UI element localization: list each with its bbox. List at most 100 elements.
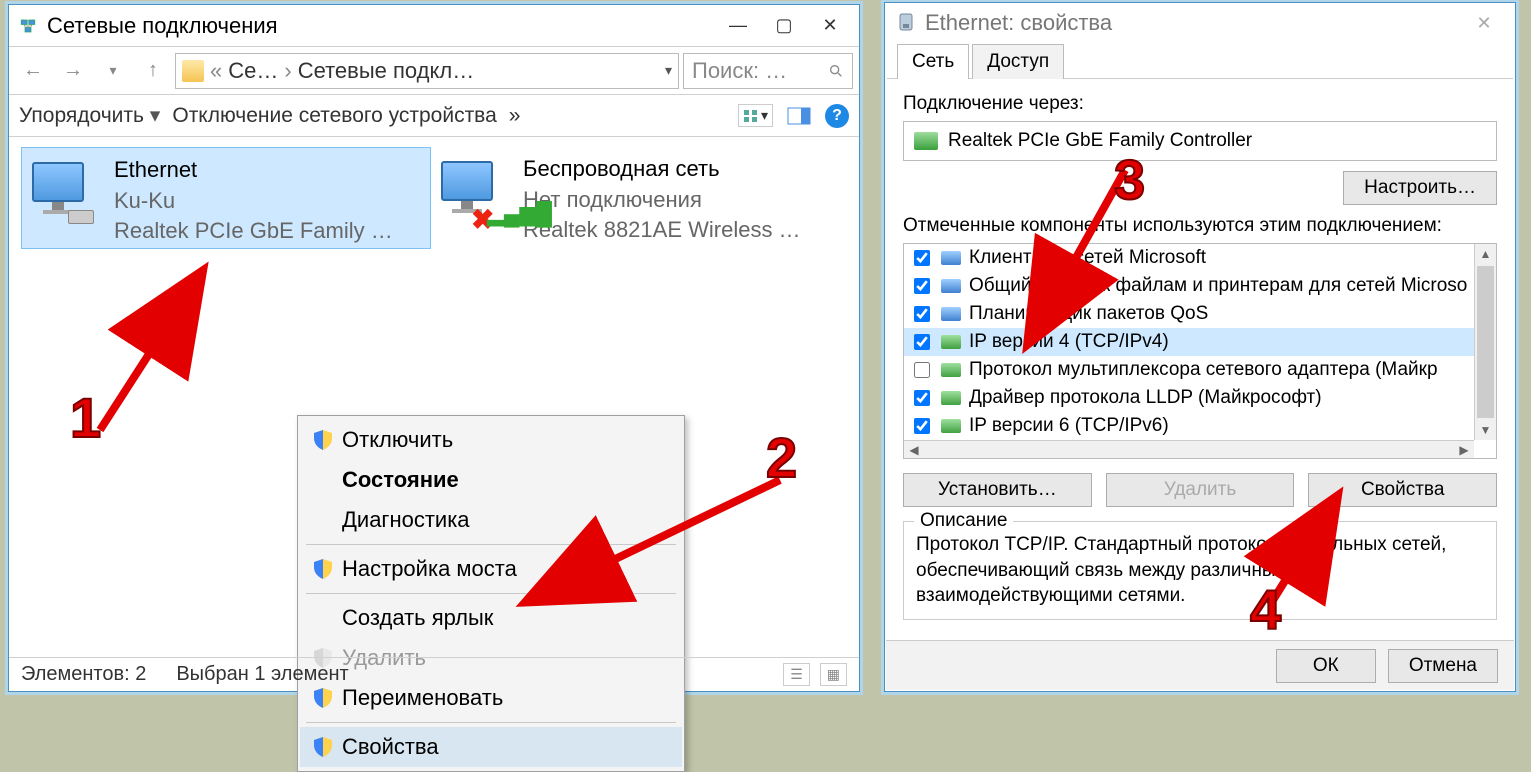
titlebar[interactable]: Сетевые подключения — ▢ ✕ bbox=[9, 5, 859, 47]
component-row[interactable]: Клиент для сетей Microsoft bbox=[904, 244, 1474, 272]
connect-via-label: Подключение через: bbox=[903, 93, 1497, 115]
component-row[interactable]: Общий доступ к файлам и принтерам для се… bbox=[904, 272, 1474, 300]
breadcrumb-current[interactable]: Сетевые подкл… bbox=[298, 58, 475, 84]
context-diagnostics[interactable]: Диагностика bbox=[300, 500, 682, 540]
status-bar: Элементов: 2 Выбран 1 элемент ☰ ▦ bbox=[9, 657, 859, 691]
component-row[interactable]: Драйвер протокола LLDP (Майкрософт) bbox=[904, 384, 1474, 412]
window-title: Ethernet: свойства bbox=[925, 10, 1461, 36]
connection-name: Ethernet bbox=[114, 156, 393, 185]
scroll-left-icon[interactable]: ◀ bbox=[904, 441, 924, 458]
component-row[interactable]: IP версии 4 (TCP/IPv4) bbox=[904, 328, 1474, 356]
connection-item-wireless[interactable]: ✖ ▂▄▆█ Беспроводная сеть Нет подключения… bbox=[431, 147, 841, 249]
help-button[interactable]: ? bbox=[825, 104, 849, 128]
shield-icon bbox=[314, 559, 332, 579]
component-checkbox[interactable] bbox=[914, 278, 930, 294]
tab-network[interactable]: Сеть bbox=[897, 44, 969, 79]
configure-button[interactable]: Настроить… bbox=[1343, 171, 1497, 205]
search-input[interactable]: Поиск: … bbox=[683, 53, 853, 89]
component-checkbox[interactable] bbox=[914, 418, 930, 434]
nic-icon bbox=[914, 132, 938, 150]
preview-pane-button[interactable] bbox=[785, 104, 813, 128]
breadcrumb-sep: « bbox=[210, 58, 222, 84]
protocol-icon bbox=[941, 391, 961, 405]
component-checkbox[interactable] bbox=[914, 362, 930, 378]
toolbar-overflow[interactable]: » bbox=[509, 104, 521, 128]
connection-adapter: Realtek 8821AE Wireless … bbox=[523, 216, 801, 245]
component-label: Клиент для сетей Microsoft bbox=[969, 247, 1206, 269]
minimize-button[interactable]: — bbox=[715, 10, 761, 42]
titlebar[interactable]: Ethernet: свойства ✕ bbox=[885, 3, 1515, 43]
status-count: Элементов: 2 bbox=[21, 663, 146, 686]
annotation-number-2: 2 bbox=[766, 430, 797, 486]
connection-item-ethernet[interactable]: Ethernet Ku-Ku Realtek PCIe GbE Family … bbox=[21, 147, 431, 249]
description-legend: Описание bbox=[914, 510, 1013, 532]
scroll-down-icon[interactable]: ▼ bbox=[1475, 420, 1496, 440]
context-properties[interactable]: Свойства bbox=[300, 727, 682, 767]
vertical-scrollbar[interactable]: ▲ ▼ bbox=[1474, 244, 1496, 440]
view-mode-button[interactable]: ▾ bbox=[738, 104, 773, 127]
wifi-bars-icon: ▂▄▆█ bbox=[487, 201, 552, 227]
component-label: Протокол мультиплексора сетевого адаптер… bbox=[969, 359, 1438, 381]
maximize-button[interactable]: ▢ bbox=[761, 10, 807, 42]
scroll-right-icon[interactable]: ▶ bbox=[1454, 441, 1474, 458]
ethernet-icon bbox=[897, 12, 915, 34]
components-list[interactable]: Клиент для сетей Microsoft Общий доступ к… bbox=[903, 243, 1497, 459]
component-label: Общий доступ к файлам и принтерам для се… bbox=[969, 275, 1467, 297]
context-menu: Отключить Состояние Диагностика Настройк… bbox=[297, 415, 685, 772]
properties-button[interactable]: Свойства bbox=[1308, 473, 1497, 507]
connection-status: Ku-Ku bbox=[114, 187, 393, 216]
component-checkbox[interactable] bbox=[914, 306, 930, 322]
tab-bar: Сеть Доступ bbox=[887, 43, 1513, 79]
component-row[interactable]: Планировщик пакетов QoS bbox=[904, 300, 1474, 328]
shield-icon bbox=[314, 688, 332, 708]
back-button[interactable]: ← bbox=[15, 53, 51, 89]
scroll-thumb[interactable] bbox=[1477, 266, 1494, 418]
component-checkbox[interactable] bbox=[914, 250, 930, 266]
service-icon bbox=[941, 251, 961, 265]
shield-icon bbox=[314, 430, 332, 450]
search-placeholder: Поиск: … bbox=[692, 58, 787, 84]
disable-device-button[interactable]: Отключение сетевого устройства bbox=[172, 104, 496, 128]
connection-name: Беспроводная сеть bbox=[523, 155, 801, 184]
breadcrumb-parent[interactable]: Се… bbox=[228, 58, 278, 84]
preview-icon bbox=[787, 107, 811, 125]
component-checkbox[interactable] bbox=[914, 334, 930, 350]
tab-access[interactable]: Доступ bbox=[972, 44, 1064, 79]
status-selected: Выбран 1 элемент bbox=[176, 663, 348, 686]
components-label: Отмеченные компоненты используются этим … bbox=[903, 215, 1497, 237]
ethernet-properties-window: Ethernet: свойства ✕ Сеть Доступ Подключ… bbox=[884, 2, 1516, 692]
annotation-number-3: 3 bbox=[1114, 152, 1145, 208]
context-status-label: Состояние bbox=[342, 467, 459, 493]
close-button[interactable]: ✕ bbox=[807, 10, 853, 42]
ethernet-adapter-icon bbox=[32, 162, 100, 230]
close-button[interactable]: ✕ bbox=[1461, 7, 1507, 39]
view-details-icon[interactable]: ☰ bbox=[783, 663, 810, 686]
network-tab-panel: Подключение через: Realtek PCIe GbE Fami… bbox=[885, 79, 1515, 630]
history-dropdown[interactable]: ▾ bbox=[95, 53, 131, 89]
context-disable-label: Отключить bbox=[342, 427, 453, 453]
component-row[interactable]: Протокол мультиплексора сетевого адаптер… bbox=[904, 356, 1474, 384]
context-diagnostics-label: Диагностика bbox=[342, 507, 470, 533]
context-shortcut-label: Создать ярлык bbox=[342, 605, 493, 631]
context-disable[interactable]: Отключить bbox=[300, 420, 682, 460]
context-bridge[interactable]: Настройка моста bbox=[300, 549, 682, 589]
organize-button[interactable]: Упорядочить bbox=[19, 103, 160, 128]
context-shortcut[interactable]: Создать ярлык bbox=[300, 598, 682, 638]
annotation-number-1: 1 bbox=[70, 390, 101, 446]
forward-button[interactable]: → bbox=[55, 53, 91, 89]
horizontal-scrollbar[interactable]: ◀ ▶ bbox=[904, 440, 1474, 458]
view-tiles-icon[interactable]: ▦ bbox=[820, 663, 847, 686]
component-checkbox[interactable] bbox=[914, 390, 930, 406]
ok-button[interactable]: ОК bbox=[1276, 649, 1376, 683]
scroll-up-icon[interactable]: ▲ bbox=[1475, 244, 1496, 264]
up-button[interactable]: ↑ bbox=[135, 53, 171, 89]
install-button[interactable]: Установить… bbox=[903, 473, 1092, 507]
adapter-field: Realtek PCIe GbE Family Controller bbox=[903, 121, 1497, 161]
service-icon bbox=[941, 307, 961, 321]
breadcrumb[interactable]: « Се… › Сетевые подкл… ▾ bbox=[175, 53, 679, 89]
component-row[interactable]: IP версии 6 (TCP/IPv6) bbox=[904, 412, 1474, 440]
context-status[interactable]: Состояние bbox=[300, 460, 682, 500]
connection-status: Нет подключения bbox=[523, 186, 801, 215]
cancel-button[interactable]: Отмена bbox=[1388, 649, 1498, 683]
dialog-buttons: ОК Отмена bbox=[886, 640, 1514, 690]
